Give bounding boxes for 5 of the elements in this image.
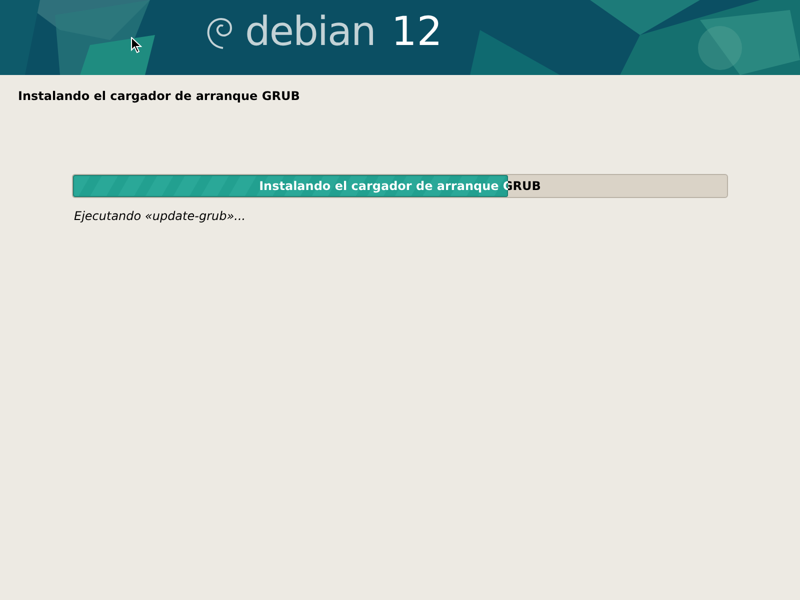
cursor-icon: [131, 37, 142, 53]
version-number: 12: [391, 12, 442, 52]
logo-wordmark: debian: [245, 12, 376, 52]
page-title: Instalando el cargador de arranque GRUB: [18, 88, 301, 105]
status-text: Ejecutando «update-grub»...: [74, 208, 247, 225]
